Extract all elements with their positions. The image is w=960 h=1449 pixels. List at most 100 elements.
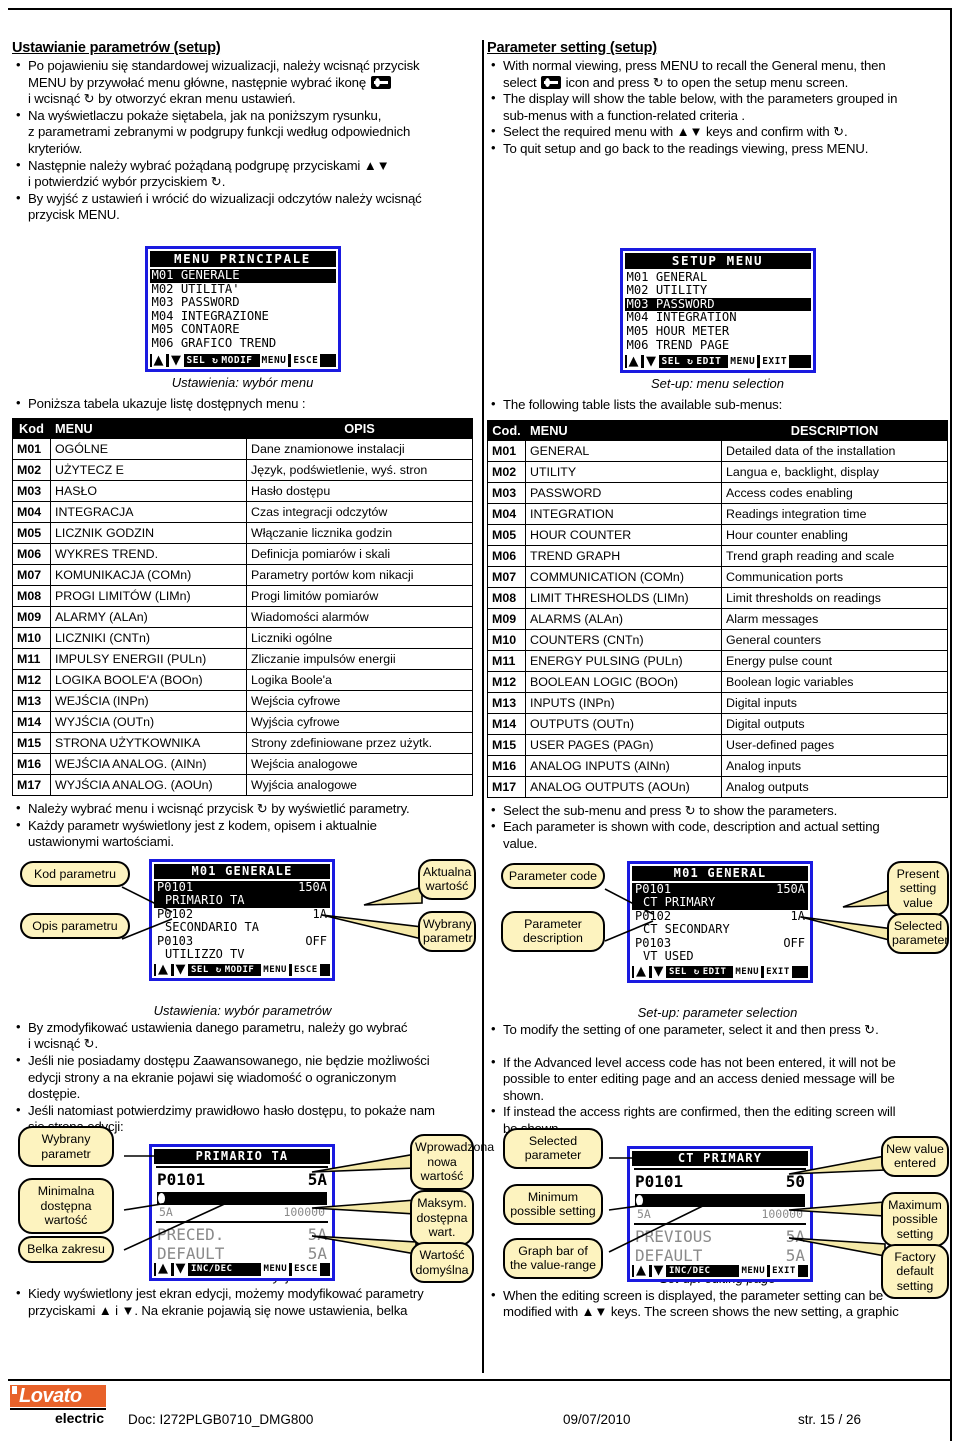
lcd-menu-item[interactable]: M03 PASSWORD xyxy=(150,296,336,310)
softkey-exit-label[interactable]: ESCE xyxy=(291,353,321,367)
cell-menu: WYJŚCIA ANALOG. (AOUn) xyxy=(50,774,247,797)
col-header-description: DESCRIPTION xyxy=(721,419,948,441)
list-item: By zmodyfikować ustawienia danego parame… xyxy=(12,1019,473,1037)
lcd-menu-item[interactable]: M01 GENERAL xyxy=(625,270,811,285)
table-row: M15 USER PAGES (PAGn) User-defined pages xyxy=(487,733,948,756)
column-polish: Ustawianie parametrów (setup) Po pojawie… xyxy=(12,40,494,1321)
table-lead-english: The following table lists the available … xyxy=(487,396,948,414)
cell-code: M08 xyxy=(487,586,526,609)
lcd-menu-item[interactable]: M02 UTILITA' xyxy=(150,282,336,297)
lcd-menu-item[interactable]: M05 HOUR METER xyxy=(625,324,811,339)
callout-default-polish: Wartość domyślna xyxy=(410,1242,474,1284)
cell-menu: TREND GRAPH xyxy=(525,544,722,567)
table-row: M10 LICZNIKI (CNTn) Liczniki ogólne xyxy=(12,627,473,650)
cell-description: Liczniki ogólne xyxy=(246,627,473,650)
table-lead-polish: Poniższa tabela ukazuje listę dostępnych… xyxy=(12,395,473,413)
cell-menu: KOMUNIKACJA (COMn) xyxy=(50,564,247,587)
cell-description: Energy pulse count xyxy=(721,649,948,672)
cell-code: M09 xyxy=(487,607,526,630)
lcd-menu-item[interactable]: M06 GRAFICO TREND xyxy=(150,336,336,351)
cell-code: M07 xyxy=(12,564,51,587)
list-item: z parametrami zebranymi w podgrupy funkc… xyxy=(28,124,411,140)
list-item: i wcisnąć ↻ by otworzyć ekran menu ustaw… xyxy=(28,91,296,107)
lcd-menu-item[interactable]: M05 CONTAORE xyxy=(150,323,336,337)
softkey-menu-label[interactable]: MENU xyxy=(259,353,289,367)
list-item: przyciskami ▲ i ▼. Na ekranie pojawią si… xyxy=(28,1302,408,1318)
cell-menu: STRONA UŻYTKOWNIKA xyxy=(50,732,247,755)
table-row: M13 WEJŚCIA (INPn) Wejścia cyfrowe xyxy=(12,690,473,713)
cell-menu: HOUR COUNTER xyxy=(525,523,722,546)
edit-page-diagram-english: Selected parameter Minimum possible sett… xyxy=(487,1127,949,1300)
cell-code: M15 xyxy=(12,732,51,755)
cell-menu: HASŁO xyxy=(50,480,247,503)
list-item: select icon and press ↻ to open the setu… xyxy=(503,74,849,90)
cell-menu: INTEGRATION xyxy=(525,502,722,525)
cell-menu: WYKRES TREND. xyxy=(50,543,247,566)
arrow-up-icon[interactable]: ▲ xyxy=(151,353,166,367)
col-header-code: Kod xyxy=(12,418,51,440)
table-body-polish: M01 OGÓLNE Dane znamionowe instalacji M02 UŻ… xyxy=(12,438,473,797)
table-row: M06 WYKRES TREND. Definicja pomiarów i ska… xyxy=(12,543,473,566)
cell-description: Boolean logic variables xyxy=(721,670,948,693)
softkey-menu-label[interactable]: MENU xyxy=(728,355,758,369)
cell-code: M12 xyxy=(12,669,51,692)
cell-menu: WEJŚCIA (INPn) xyxy=(50,690,247,713)
arrow-up-icon[interactable]: ▲ xyxy=(626,355,641,369)
cell-description: Communication ports xyxy=(721,565,948,588)
list-item: modified with ▲▼ keys. The screen shows … xyxy=(503,1304,899,1320)
lcd-menu-list: M01 GENERAL M02 UTILITY M03 PASSWORD M04… xyxy=(624,268,811,353)
param-diagram-caption-polish: Ustawienia: wybór parametrów xyxy=(153,1002,332,1018)
lcd-softkey-bar: ▲ ▼ SEL ↻ MODIF MENU ESCE xyxy=(149,353,336,367)
list-item: Select the required menu with ▲▼ keys an… xyxy=(487,123,948,141)
list-item xyxy=(487,1038,948,1055)
callout-present-value-english: Present setting value xyxy=(887,860,949,916)
cell-description: Progi limitów pomiarów xyxy=(246,585,473,608)
callout-selected-param-edit-english: Selected parameter xyxy=(503,1127,603,1169)
arrow-down-icon[interactable]: ▼ xyxy=(644,355,659,369)
cell-code: M01 xyxy=(487,439,526,462)
list-item: dostępie. xyxy=(28,1086,81,1102)
lcd-menu-item[interactable]: M01 GENERALE xyxy=(149,268,336,283)
list-item: Na wyświetlaczu pokaże siętabela, jak na… xyxy=(12,107,473,125)
lcd-menu-item[interactable]: M02 UTILITY xyxy=(625,284,811,298)
callout-selected-param-english: Selected parameter xyxy=(887,912,949,954)
table-row: M05 LICZNIK GODZIN Włączanie licznika godz… xyxy=(12,522,473,545)
cell-menu: ANALOG INPUTS (AINn) xyxy=(525,754,722,777)
list-item: shown. xyxy=(503,1087,544,1103)
table-row: M03 HASŁO Hasło dostępu xyxy=(12,480,473,503)
list-item: ustawionymi wartościami. xyxy=(28,834,174,850)
cell-code: M04 xyxy=(12,501,51,524)
table-row: M04 INTEGRACJA Czas integracji odczytów xyxy=(12,501,473,524)
list-item: Kiedy wyświetlony jest ekran edycji, moż… xyxy=(12,1285,473,1303)
lcd-title: SETUP MENU xyxy=(624,252,811,269)
lcd-menu-item[interactable]: M06 TREND PAGE xyxy=(625,338,811,353)
table-row: M15 STRONA UŻYTKOWNIKA Strony zdefiniowane… xyxy=(12,732,473,755)
table-row: M03 PASSWORD Access codes enabling xyxy=(487,481,948,504)
softkey-exit-label[interactable]: EXIT xyxy=(760,355,790,369)
cell-description: Dane znamionowe instalacji xyxy=(246,438,473,461)
table-row: M10 COUNTERS (CNTn) General counters xyxy=(487,628,948,651)
cell-description: Limit thresholds on readings xyxy=(721,586,948,609)
setup-icon xyxy=(541,75,562,89)
cell-code: M02 xyxy=(487,460,526,483)
list-item: Następnie należy wybrać pożądaną podgrup… xyxy=(12,157,473,175)
list-item: i potwierdzić wybór przyciskiem ↻. xyxy=(28,174,226,190)
lcd-menu-item[interactable]: M04 INTEGRATION xyxy=(625,311,811,325)
cell-menu: IMPULSY ENERGII (PULn) xyxy=(50,648,247,671)
cell-menu: UTILITY xyxy=(525,460,722,483)
cell-description: Analog outputs xyxy=(721,775,948,798)
cell-menu: PASSWORD xyxy=(525,481,722,504)
tail-text-english: When the editing screen is displayed, th… xyxy=(487,1287,948,1321)
list-item: Jeśli natomiast potwierdzimy prawidłowo … xyxy=(12,1102,473,1120)
table-row: M09 ALARMS (ALAn) Alarm messages xyxy=(487,607,948,630)
callout-range-bar-english: Graph bar of the value-range xyxy=(503,1237,603,1279)
table-row: M07 KOMUNIKACJA (COMn) Parametry portów ko… xyxy=(12,564,473,587)
edit-bullets-english: To modify the setting of one parameter, … xyxy=(487,1021,948,1138)
list-item: value. xyxy=(503,835,538,851)
cell-description: Włączanie licznika godzin xyxy=(246,522,473,545)
softkey-sel-label: SEL xyxy=(186,354,206,366)
cell-menu: COUNTERS (CNTn) xyxy=(525,628,722,651)
arrow-down-icon[interactable]: ▼ xyxy=(169,353,184,367)
lcd-menu-item[interactable]: M03 PASSWORD xyxy=(624,297,811,312)
lcd-menu-item[interactable]: M04 INTEGRAZIONE xyxy=(150,309,336,324)
